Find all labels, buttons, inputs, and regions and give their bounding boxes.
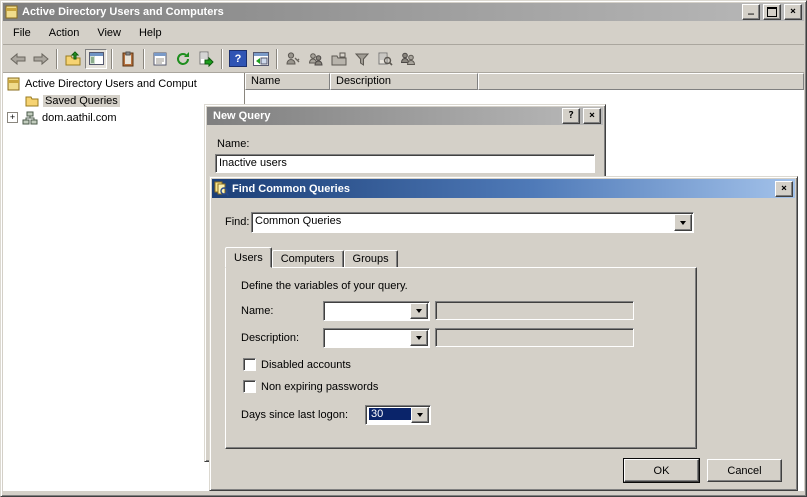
column-header-description[interactable]: Description [330,73,478,90]
non-expiring-checkbox[interactable] [243,380,256,393]
find-objects-icon[interactable] [374,49,396,69]
description-condition-select[interactable] [323,328,430,348]
disabled-accounts-row: Disabled accounts [243,358,351,371]
users-tab-panel: Define the variables of your query. Name… [225,267,697,449]
non-expiring-row: Non expiring passwords [243,380,378,393]
column-header-name[interactable]: Name [245,73,330,90]
find-dialog-titlebar[interactable]: Find Common Queries × [212,179,795,198]
days-since-logon-value: 30 [369,408,411,420]
description-condition-value [325,330,410,346]
main-window-title: Active Directory Users and Computers [22,6,224,18]
field-name-label: Name: [241,305,274,317]
description-value-input [435,328,634,347]
set-filter-icon[interactable] [351,49,373,69]
find-dialog-icon [214,181,229,196]
name-condition-select[interactable] [323,301,430,321]
column-headers: Name Description [245,73,804,90]
days-since-logon-label: Days since last logon: [241,409,348,421]
cancel-button[interactable]: Cancel [707,459,782,482]
new-user-icon[interactable] [282,49,304,69]
disabled-accounts-checkbox[interactable] [243,358,256,371]
chevron-down-icon[interactable] [411,407,429,423]
maximize-icon [767,7,777,17]
menu-help[interactable]: Help [130,24,171,42]
non-expiring-label: Non expiring passwords [261,380,379,393]
help-icon[interactable]: ? [227,49,249,69]
find-close-button[interactable]: × [775,180,793,197]
directory-icon [7,77,20,90]
chevron-down-icon[interactable] [410,303,428,319]
new-ou-icon[interactable] [328,49,350,69]
close-button[interactable]: × [784,4,802,20]
column-header-blank[interactable] [478,73,804,90]
menu-action[interactable]: Action [40,24,89,42]
add-to-group-icon[interactable] [397,49,419,69]
toolbar: ? [3,45,804,73]
toolbar-separator [221,48,223,69]
toolbar-separator [143,48,145,69]
refresh-icon[interactable] [172,49,194,69]
tree-saved-queries-label: Saved Queries [43,94,120,107]
menu-file[interactable]: File [4,24,40,42]
tab-users[interactable]: Users [225,247,272,268]
find-tabs: Users Computers Groups [225,247,398,268]
query-name-input[interactable]: Inactive users [215,154,595,173]
new-window-icon[interactable] [250,49,272,69]
back-icon[interactable] [7,49,29,69]
maximize-button[interactable] [763,4,781,20]
domain-icon [22,111,38,124]
minimize-button[interactable]: _ [742,4,760,20]
main-titlebar[interactable]: Active Directory Users and Computers _ × [3,3,804,21]
tab-groups[interactable]: Groups [343,250,398,268]
toolbar-separator [56,48,58,69]
find-label: Find: [225,216,250,228]
new-query-title: New Query [213,110,271,122]
folder-icon [25,96,39,106]
find-dialog-title: Find Common Queries [232,182,350,195]
days-since-logon-select[interactable]: 30 [365,405,431,425]
expand-icon[interactable]: + [7,112,18,123]
screen: Active Directory Users and Computers _ ×… [0,0,807,497]
find-common-queries-dialog: Find Common Queries × Find: Common Queri… [209,176,798,491]
name-condition-value [325,303,410,319]
app-icon [5,5,19,19]
menubar: File Action View Help [3,21,804,45]
chevron-down-icon[interactable] [674,214,692,231]
tree-domain-label: dom.aathil.com [42,111,117,124]
disabled-accounts-label: Disabled accounts [261,358,351,371]
toolbar-separator [276,48,278,69]
field-description-label: Description: [241,332,300,344]
menu-view[interactable]: View [88,24,130,42]
console-tree-toggle-icon[interactable] [85,48,107,69]
query-name-label: Name: [217,138,250,150]
dialog-close-button[interactable]: × [583,108,601,124]
up-one-level-icon[interactable] [62,49,84,69]
define-query-label: Define the variables of your query. [241,280,408,292]
export-list-icon[interactable] [195,49,217,69]
forward-icon[interactable] [30,49,52,69]
find-type-select[interactable]: Common Queries [251,212,694,233]
name-value-input [435,301,634,320]
toolbar-separator [111,48,113,69]
clipboard-icon[interactable] [117,49,139,69]
dialog-help-button[interactable]: ? [562,108,580,124]
new-group-icon[interactable] [305,49,327,69]
new-query-titlebar[interactable]: New Query ? × [207,107,603,125]
tree-root-label: Active Directory Users and Comput [25,77,197,90]
properties-icon[interactable] [149,49,171,69]
tab-computers[interactable]: Computers [271,250,344,268]
ok-button[interactable]: OK [624,459,699,482]
chevron-down-icon[interactable] [410,330,428,346]
find-type-value: Common Queries [253,214,674,231]
tree-item-root[interactable]: Active Directory Users and Comput [3,75,244,92]
